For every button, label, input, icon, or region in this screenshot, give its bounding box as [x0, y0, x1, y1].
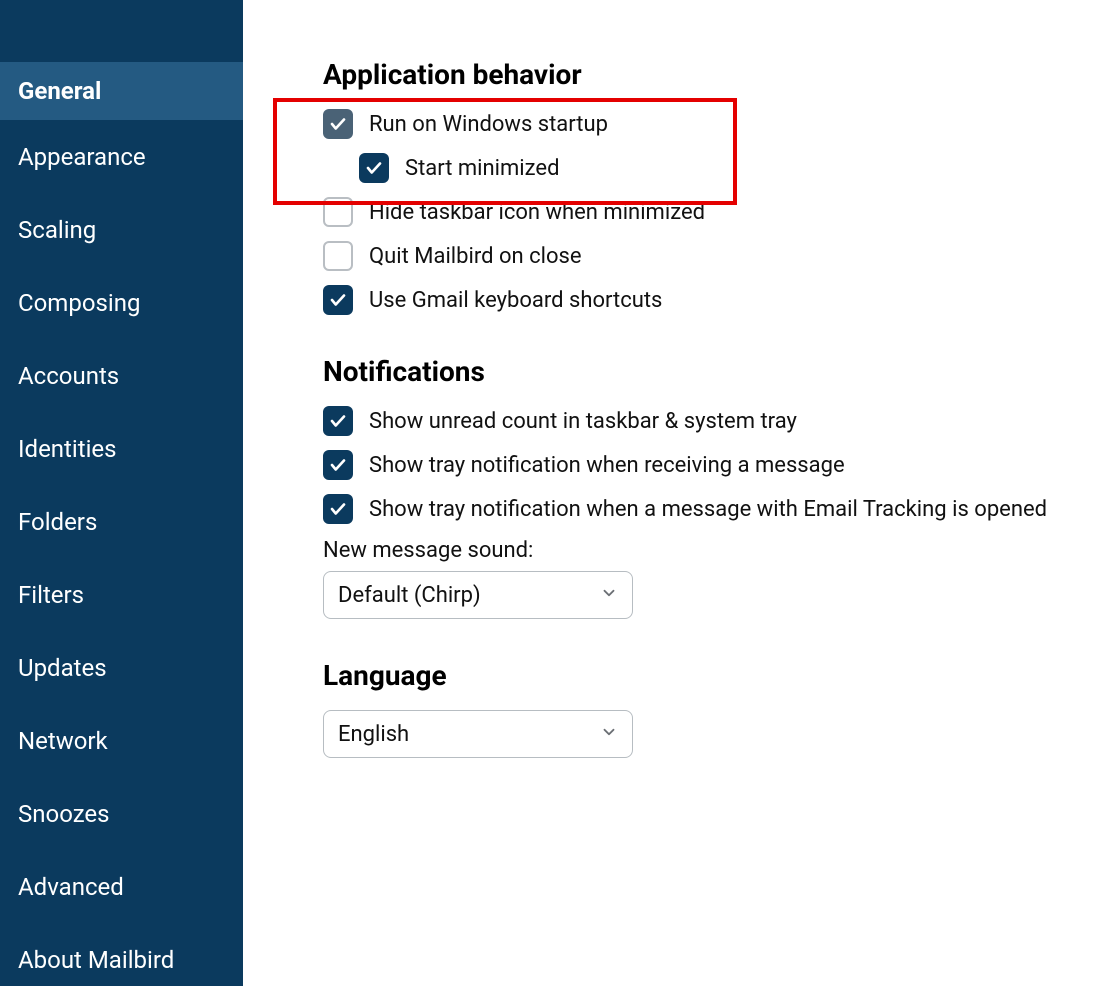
option-label: Quit Mailbird on close [369, 244, 582, 269]
new-message-sound-label: New message sound: [323, 538, 1107, 563]
new-message-sound-select[interactable]: Default (Chirp) [323, 571, 633, 619]
option-quit-on-close[interactable]: Quit Mailbird on close [323, 241, 1107, 271]
sidebar-item-label: Scaling [18, 216, 96, 244]
sidebar-item-label: Composing [18, 289, 140, 317]
option-run-on-startup[interactable]: Run on Windows startup [323, 109, 1107, 139]
sidebar-item-folders[interactable]: Folders [0, 485, 243, 558]
option-label: Show tray notification when receiving a … [369, 453, 845, 478]
option-label: Run on Windows startup [369, 112, 608, 137]
select-value: English [338, 722, 409, 747]
section-title-app-behavior: Application behavior [323, 58, 1107, 91]
sidebar-item-snoozes[interactable]: Snoozes [0, 777, 243, 850]
sidebar-item-label: Advanced [18, 873, 124, 901]
sidebar-item-label: General [18, 77, 101, 105]
section-application-behavior: Application behavior Run on Windows star… [323, 58, 1107, 315]
checkbox-checked-icon[interactable] [323, 406, 353, 436]
section-title-language: Language [323, 659, 1107, 692]
sidebar-item-identities[interactable]: Identities [0, 412, 243, 485]
sidebar: General Appearance Scaling Composing Acc… [0, 0, 243, 986]
section-language: Language English [323, 659, 1107, 758]
sidebar-item-network[interactable]: Network [0, 704, 243, 777]
checkbox-checked-icon[interactable] [323, 285, 353, 315]
sidebar-item-label: Appearance [18, 143, 146, 171]
sidebar-item-general[interactable]: General [0, 62, 243, 120]
sidebar-item-label: Folders [18, 508, 97, 536]
chevron-down-icon [600, 722, 618, 747]
sidebar-item-label: Network [18, 727, 108, 755]
sidebar-item-scaling[interactable]: Scaling [0, 193, 243, 266]
checkbox-unchecked-icon[interactable] [323, 241, 353, 271]
option-label: Start minimized [405, 156, 559, 181]
option-hide-taskbar[interactable]: Hide taskbar icon when minimized [323, 197, 1107, 227]
select-value: Default (Chirp) [338, 583, 481, 608]
language-select[interactable]: English [323, 710, 633, 758]
sidebar-item-advanced[interactable]: Advanced [0, 850, 243, 923]
checkbox-checked-icon[interactable] [323, 494, 353, 524]
option-label: Show tray notification when a message wi… [369, 497, 1047, 522]
option-tray-tracking[interactable]: Show tray notification when a message wi… [323, 494, 1107, 524]
sidebar-item-updates[interactable]: Updates [0, 631, 243, 704]
section-title-notifications: Notifications [323, 355, 1107, 388]
checkbox-checked-icon[interactable] [359, 153, 389, 183]
checkbox-checked-icon[interactable] [323, 109, 353, 139]
section-notifications: Notifications Show unread count in taskb… [323, 355, 1107, 619]
option-label: Show unread count in taskbar & system tr… [369, 409, 797, 434]
sidebar-item-label: Identities [18, 435, 117, 463]
sidebar-item-label: About Mailbird [18, 946, 174, 974]
checkbox-unchecked-icon[interactable] [323, 197, 353, 227]
option-start-minimized[interactable]: Start minimized [323, 153, 1107, 183]
sidebar-item-label: Snoozes [18, 800, 110, 828]
sidebar-item-about[interactable]: About Mailbird [0, 923, 243, 996]
option-label: Use Gmail keyboard shortcuts [369, 288, 662, 313]
option-tray-receive[interactable]: Show tray notification when receiving a … [323, 450, 1107, 480]
sidebar-item-label: Accounts [18, 362, 119, 390]
checkbox-checked-icon[interactable] [323, 450, 353, 480]
option-gmail-shortcuts[interactable]: Use Gmail keyboard shortcuts [323, 285, 1107, 315]
sidebar-item-appearance[interactable]: Appearance [0, 120, 243, 193]
chevron-down-icon [600, 583, 618, 608]
sidebar-item-composing[interactable]: Composing [0, 266, 243, 339]
sidebar-item-label: Filters [18, 581, 84, 609]
option-unread-count[interactable]: Show unread count in taskbar & system tr… [323, 406, 1107, 436]
sidebar-item-filters[interactable]: Filters [0, 558, 243, 631]
sidebar-item-label: Updates [18, 654, 107, 682]
option-label: Hide taskbar icon when minimized [369, 200, 705, 225]
main-panel: Application behavior Run on Windows star… [243, 0, 1107, 986]
sidebar-item-accounts[interactable]: Accounts [0, 339, 243, 412]
